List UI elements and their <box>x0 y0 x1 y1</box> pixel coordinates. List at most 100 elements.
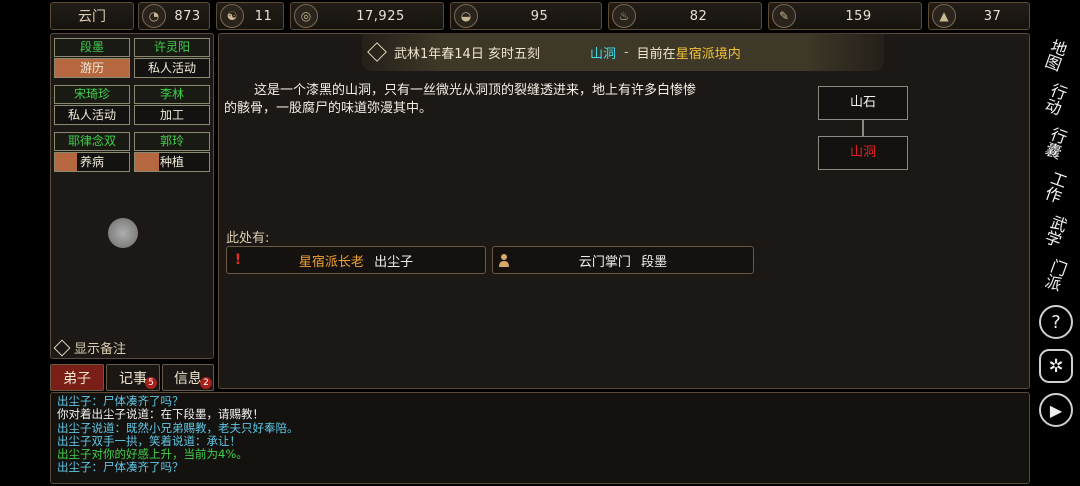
money-value: 17,925 <box>356 8 405 24</box>
herb-icon: ♨ <box>612 4 636 28</box>
resource-reputation[interactable]: ◔ 873 <box>138 2 210 30</box>
journal-badge: 5 <box>145 377 157 389</box>
action-label: 行动 <box>1042 80 1070 119</box>
food-value: 95 <box>530 8 549 24</box>
status-prefix: 目前在 <box>636 46 676 62</box>
disciple-name: 李林 <box>134 85 210 104</box>
disciple-name: 郭玲 <box>134 132 210 151</box>
resource-money[interactable]: ◎ 17,925 <box>290 2 444 30</box>
map-label: 地图 <box>1042 36 1070 75</box>
food-bowl-icon: ◒ <box>454 4 478 28</box>
scroll-icon: ✎ <box>772 4 796 28</box>
play-icon: ▶ <box>1039 393 1073 427</box>
martial-arts-label: 武学 <box>1042 212 1070 251</box>
sect-button[interactable]: 门派 <box>1034 256 1078 296</box>
npc-button[interactable]: 云门掌门 段墨 <box>492 246 754 274</box>
resource-food[interactable]: ◒ 95 <box>450 2 602 30</box>
disciple-task: 游历 <box>54 58 130 78</box>
inventory-button[interactable]: 行囊 <box>1034 124 1078 164</box>
tab-journal[interactable]: 记事 5 <box>106 364 160 391</box>
floating-touch-button[interactable] <box>108 218 138 248</box>
disciple-name: 许灵阳 <box>134 38 210 57</box>
sect-name: 云门 <box>78 9 106 25</box>
log-line: 你对着出尘子说道：在下段墨，请赐教！ <box>57 407 264 422</box>
tab-disciples[interactable]: 弟子 <box>50 364 104 391</box>
martial-arts-button[interactable]: 武学 <box>1034 212 1078 252</box>
minimap: 山石 山洞 <box>818 86 910 172</box>
reputation-value: 873 <box>174 8 201 24</box>
location-separator: - <box>623 44 629 60</box>
game-date: 武林1年春14日 亥时五刻 <box>394 46 540 62</box>
question-icon: ? <box>1039 305 1073 339</box>
log-line: 出尘子说道：既然小兄弟赐教，老夫只好奉陪。 <box>57 420 299 435</box>
map-button[interactable]: 地图 <box>1034 36 1078 76</box>
npc-name: 出尘子 <box>374 254 414 270</box>
npc-title: 云门掌门 <box>578 254 631 270</box>
disciple-task: 加工 <box>134 105 210 125</box>
coin-icon: ◎ <box>294 4 318 28</box>
npc-button[interactable]: ! 星宿派长老 出尘子 <box>226 246 486 274</box>
tab-messages[interactable]: 信息 2 <box>162 364 214 391</box>
task-progress <box>135 153 160 171</box>
disciple-card[interactable]: 李林 加工 <box>134 85 210 125</box>
gear-icon: ✲ <box>1039 349 1073 383</box>
disciple-task: 私人活动 <box>134 58 210 78</box>
disciple-card[interactable]: 段墨 游历 <box>54 38 130 78</box>
resource-yinyang[interactable]: ☯ 11 <box>216 2 284 30</box>
disciple-name: 宋琦珍 <box>54 85 130 104</box>
minimap-connector <box>862 120 864 136</box>
resource-scroll[interactable]: ✎ 159 <box>768 2 922 30</box>
yinyang-icon: ☯ <box>220 4 244 28</box>
disciple-name: 耶律念双 <box>54 132 130 151</box>
game-screen: 云门 ◔ 873 ☯ 11 ◎ 17,925 ◒ 95 ♨ 82 ✎ 159 ▲… <box>0 0 1080 486</box>
inventory-label: 行囊 <box>1042 124 1070 163</box>
disciple-card[interactable]: 耶律念双 养病 <box>54 132 130 172</box>
resource-herb[interactable]: ♨ 82 <box>608 2 762 30</box>
location-description: 这是一个漆黑的山洞，只有一丝微光从洞顶的裂缝透进来，地上有许多白惨惨的骸骨，一股… <box>224 83 697 116</box>
message-log[interactable]: 出尘子：尸体凑齐了吗？ 你对着出尘子说道：在下段墨，请赐教！ 出尘子说道：既然小… <box>50 392 1030 484</box>
log-line: 出尘子对你的好感上升，当前为4%。 <box>57 447 248 462</box>
minimap-room[interactable]: 山石 <box>818 86 908 120</box>
calendar-icon <box>367 42 387 62</box>
work-button[interactable]: 工作 <box>1034 168 1078 208</box>
scroll-value: 159 <box>845 8 872 24</box>
quest-alert-icon: ! <box>234 252 242 268</box>
log-line: 出尘子：尸体凑齐了吗？ <box>57 460 184 475</box>
diamond-checkbox-icon <box>53 339 71 356</box>
resource-ore[interactable]: ▲ 37 <box>928 2 1030 30</box>
task-progress <box>55 153 78 171</box>
ore-icon: ▲ <box>932 4 956 28</box>
log-line: 出尘子：尸体凑齐了吗？ <box>57 394 184 408</box>
here-label: 此处有: <box>226 231 270 246</box>
ore-value: 37 <box>983 8 1002 24</box>
action-button[interactable]: 行动 <box>1034 80 1078 120</box>
sect-name-button[interactable]: 云门 <box>50 2 134 30</box>
person-icon <box>493 253 515 267</box>
disciple-card[interactable]: 宋琦珍 私人活动 <box>54 85 130 125</box>
disciple-task: 种植 <box>134 152 210 172</box>
current-location: 山洞 <box>589 46 616 62</box>
log-line: 出尘子双手一拱，笑着说道：承让！ <box>57 433 241 448</box>
disciple-panel <box>50 33 214 359</box>
reputation-icon: ◔ <box>142 4 166 28</box>
disciple-card[interactable]: 许灵阳 私人活动 <box>134 38 210 78</box>
herb-value: 82 <box>689 8 708 24</box>
work-label: 工作 <box>1042 168 1070 207</box>
sect-label: 门派 <box>1042 256 1070 295</box>
show-notes-label: 显示备注 <box>74 342 127 357</box>
npc-name: 段墨 <box>641 254 668 270</box>
date-location-banner: 武林1年春14日 亥时五刻 山洞 - 目前在 星宿派境内 <box>362 33 884 71</box>
disciple-card[interactable]: 郭玲 种植 <box>134 132 210 172</box>
settings-button[interactable]: ✲ <box>1034 346 1078 386</box>
help-button[interactable]: ? <box>1034 302 1078 342</box>
minimap-current-room[interactable]: 山洞 <box>818 136 908 170</box>
disciple-name: 段墨 <box>54 38 130 57</box>
status-place: 星宿派境内 <box>675 46 741 62</box>
show-notes-toggle[interactable]: 显示备注 <box>53 338 127 357</box>
disciple-task: 养病 <box>54 152 130 172</box>
npc-title: 星宿派长老 <box>298 254 364 270</box>
play-button[interactable]: ▶ <box>1034 390 1078 430</box>
disciple-task: 私人活动 <box>54 105 130 125</box>
messages-badge: 2 <box>200 377 212 389</box>
yinyang-value: 11 <box>254 8 273 24</box>
